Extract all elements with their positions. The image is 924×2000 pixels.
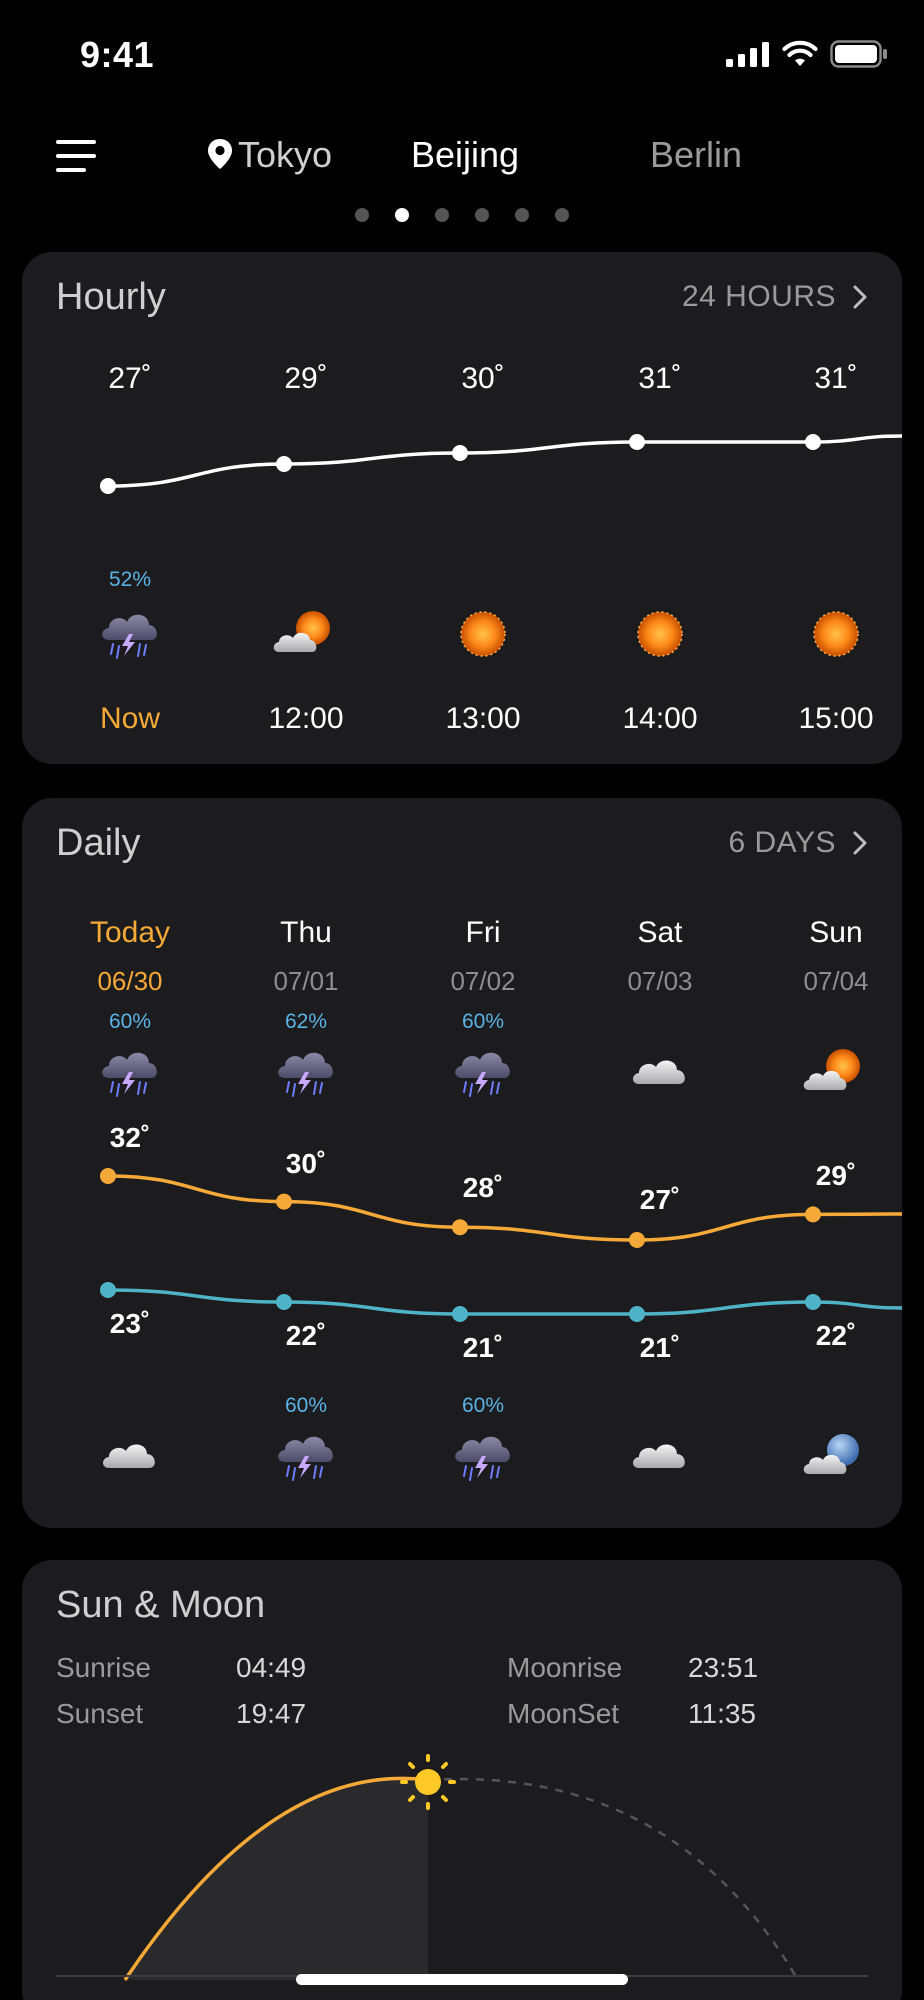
daily-date: 07/04 — [803, 966, 869, 996]
daily-low-line — [107, 1288, 902, 1316]
daily-low-point — [100, 1282, 116, 1298]
hourly-temp: 29˚ — [284, 362, 328, 395]
daily-day-precip: 62% — [284, 1010, 328, 1033]
cloudy-icon — [625, 1042, 695, 1102]
daily-low-point — [629, 1306, 645, 1322]
daily-low-temp: 22˚ — [285, 1320, 327, 1351]
city-label: Beijing — [411, 134, 520, 175]
sun-icon — [801, 604, 871, 664]
page-dot — [355, 208, 369, 222]
hourly-precip: 52% — [108, 568, 152, 591]
thunderstorm-icon — [448, 1042, 518, 1102]
daily-low-point — [452, 1306, 468, 1322]
city-tab-berlin[interactable]: Berlin — [650, 134, 742, 176]
hourly-temp: 31˚ — [814, 362, 858, 395]
thunderstorm-icon — [448, 1426, 518, 1486]
location-pin-icon — [208, 139, 232, 169]
hourly-temp: 31˚ — [638, 362, 682, 395]
status-icons — [726, 40, 888, 68]
cloudy-icon — [625, 1426, 695, 1486]
hourly-temp: 30˚ — [461, 362, 505, 395]
sun-icon — [448, 604, 518, 664]
hourly-temp-point — [276, 456, 292, 472]
city-tab-tokyo[interactable]: Tokyo — [206, 134, 332, 176]
hourly-temp-chart — [100, 434, 902, 494]
daily-low-temp: 22˚ — [815, 1320, 857, 1351]
hourly-temp-point — [629, 434, 645, 450]
daily-day-precip: 60% — [461, 1010, 505, 1033]
thunderstorm-icon — [271, 1042, 341, 1102]
thunderstorm-icon — [95, 1042, 165, 1102]
menu-button[interactable] — [56, 140, 96, 176]
hourly-temp-point — [100, 478, 116, 494]
daily-high-temp: 32˚ — [109, 1122, 151, 1153]
city-label: Tokyo — [238, 134, 333, 175]
daily-high-point — [100, 1168, 116, 1184]
daily-day: Fri — [465, 916, 501, 949]
hourly-time: 12:00 — [268, 702, 344, 735]
daily-low-temp: 21˚ — [639, 1332, 681, 1363]
daily-low-temp: 21˚ — [462, 1332, 504, 1363]
daily-date: 07/01 — [273, 966, 339, 996]
daily-night-precip: 60% — [284, 1394, 328, 1417]
page-dot — [435, 208, 449, 222]
sun-moon-card: Sun & Moon Sunrise 04:49 Sunset 19:47 Mo… — [22, 1560, 902, 2000]
partly-sunny-icon — [801, 1042, 871, 1102]
home-indicator[interactable] — [296, 1974, 628, 1985]
wifi-icon — [782, 40, 818, 66]
sun-path-diagram — [56, 1754, 868, 1981]
cloudy-icon — [95, 1426, 165, 1486]
daily-high-temp: 30˚ — [285, 1148, 327, 1179]
daily-high-point — [629, 1232, 645, 1248]
page-dot — [475, 208, 489, 222]
daily-day-precip: 60% — [108, 1010, 152, 1033]
hourly-time: 13:00 — [445, 702, 521, 735]
city-label: Berlin — [650, 134, 743, 175]
daily-high-temp: 29˚ — [815, 1160, 857, 1191]
hourly-card: Hourly 24 HOURS 27˚ 29˚ 30˚ 31˚ 31˚ 52% … — [22, 252, 902, 764]
daily-date: 06/30 — [97, 966, 163, 996]
status-time: 9:41 — [80, 34, 155, 75]
daily-day: Sat — [637, 916, 683, 949]
hourly-time: 14:00 — [622, 702, 698, 735]
partly-cloudy-night-icon — [801, 1426, 871, 1486]
daily-high-point — [805, 1206, 821, 1223]
city-tab-beijing[interactable]: Beijing — [411, 134, 519, 176]
daily-date: 07/02 — [450, 966, 516, 996]
daily-low-temp: 23˚ — [109, 1308, 151, 1339]
page-indicator[interactable] — [0, 208, 924, 222]
daily-low-point — [276, 1294, 292, 1310]
thunderstorm-icon — [95, 604, 165, 664]
hourly-temp-point — [805, 434, 821, 450]
page-dot — [555, 208, 569, 222]
signal-icon — [726, 42, 769, 67]
daily-low-point — [805, 1294, 821, 1310]
daily-high-temp: 27˚ — [639, 1184, 681, 1215]
sun-icon — [625, 604, 695, 664]
daily-day: Sun — [809, 916, 863, 949]
hourly-time: Now — [99, 702, 160, 735]
hourly-time: 15:00 — [798, 702, 874, 735]
page-dot — [515, 208, 529, 222]
daily-high-point — [276, 1193, 292, 1210]
partly-sunny-icon — [271, 604, 341, 664]
daily-day: Thu — [280, 916, 332, 949]
daily-high-point — [452, 1219, 468, 1236]
hourly-temp-point — [452, 445, 468, 461]
daily-date: 07/03 — [627, 966, 693, 996]
hourly-temp-line — [107, 434, 902, 488]
daily-card: Daily 6 DAYS Today Thu Fri Sat Sun 06/30… — [22, 798, 902, 1528]
hourly-temp: 27˚ — [108, 362, 152, 395]
thunderstorm-icon — [271, 1426, 341, 1486]
daily-night-precip: 60% — [461, 1394, 505, 1417]
battery-icon — [830, 40, 887, 68]
daily-high-temp: 28˚ — [462, 1172, 504, 1203]
page-dot-active — [395, 208, 409, 222]
daily-day: Today — [89, 916, 171, 949]
